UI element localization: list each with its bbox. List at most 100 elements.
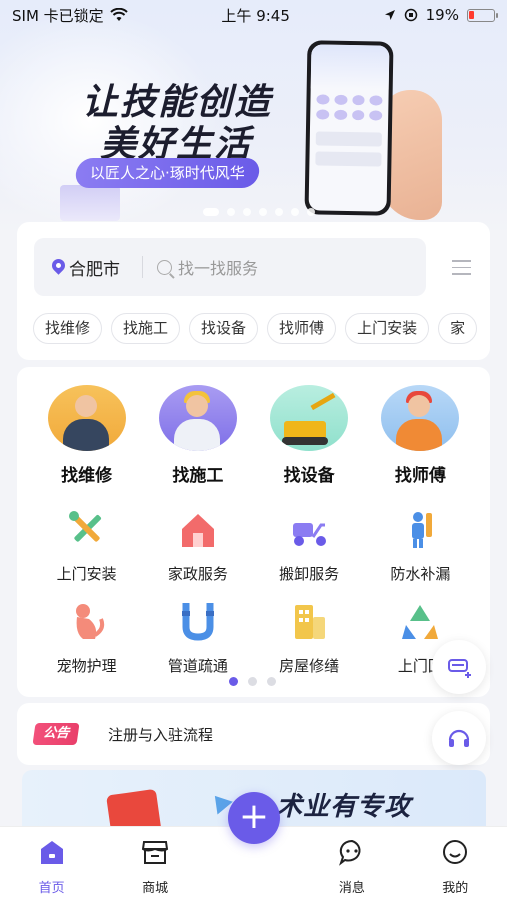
category-find-master[interactable]: 找师傅 [375,385,465,486]
search-bar: 合肥市 找一找服务 [34,238,426,296]
message-icon [338,839,361,866]
category-installation[interactable]: 上门安装 [42,507,132,584]
category-row-services: 上门安装 家政服务 搬卸服务 防水补漏 [17,507,490,584]
city-selector[interactable]: 合肥市 [34,255,136,280]
category-find-repair[interactable]: 找维修 [42,385,132,486]
search-card: 合肥市 找一找服务 找维修 找施工 找设备 找师傅 上门安装 家 [17,222,490,360]
category-card: 找维修 找施工 找设备 找师傅 上门安装 家政服务 搬卸服务 防水补漏 宠物护理… [17,367,490,697]
construction-workers-avatar [158,385,237,451]
notice-badge: 公告 [32,723,80,745]
banner-dot[interactable] [203,208,219,216]
chip-installation[interactable]: 上门安装 [345,313,430,344]
category-label: 上门安装 [56,565,117,583]
car-plus-icon [448,659,471,678]
phone-screen-bar [315,151,382,167]
recycle-icon [402,605,439,639]
battery-percent: 19% [425,6,459,24]
promo-title: 术业有专攻 [276,792,412,822]
banner-dot[interactable] [259,208,267,216]
search-icon [157,259,172,275]
master-worker-avatar [381,385,460,451]
search-input[interactable]: 找一找服务 [157,255,426,279]
banner-dot[interactable] [291,208,299,216]
chip-housekeeping[interactable]: 家 [438,313,478,344]
category-label: 家政服务 [167,565,228,583]
location-arrow-icon [384,10,395,20]
float-support-button[interactable] [432,711,486,765]
category-label: 管道疏通 [167,657,228,675]
tab-profile[interactable]: 我的 [420,837,490,896]
tab-store-label: 商城 [142,881,169,896]
phone-screen [308,44,390,212]
home-icon [40,841,63,864]
repairman-avatar [47,385,126,451]
excavator-avatar [270,385,349,451]
banner-slogan-text: 以匠人之心·琢时代风华 [90,164,245,182]
banner-pagination [203,208,315,216]
status-bar: SIM 卡已锁定 上午 9:45 19% [0,0,507,30]
search-divider [142,256,143,278]
building-icon [295,605,326,639]
category-find-construction[interactable]: 找施工 [153,385,243,486]
chip-construction[interactable]: 找施工 [111,313,181,344]
banner-dot[interactable] [243,208,251,216]
banner-dot[interactable] [307,208,315,216]
category-find-equipment[interactable]: 找设备 [264,385,354,486]
house-icon [181,514,214,547]
wifi-icon [109,8,128,21]
headset-icon [448,729,470,747]
banner-slogan: 以匠人之心·琢时代风华 [73,158,261,188]
category-page-dot[interactable] [229,677,238,686]
delivery-scooter-icon [293,523,327,546]
city-label: 合肥市 [69,259,120,280]
pipe-icon [181,603,214,641]
waterproof-icon [412,512,433,548]
category-label: 找维修 [61,466,113,486]
category-page-dot[interactable] [248,677,257,686]
banner-dot[interactable] [227,208,235,216]
tab-store[interactable]: 商城 [120,837,190,896]
tab-messages-label: 消息 [338,881,365,896]
category-house-repair[interactable]: 房屋修缮 [264,599,354,676]
add-button[interactable]: + [228,792,280,844]
phone-mockup-image [304,40,394,216]
category-pagination [229,677,276,686]
chip-equipment[interactable]: 找设备 [189,313,259,344]
tab-profile-label: 我的 [442,881,469,896]
banner-decoration [60,185,120,221]
category-label: 房屋修缮 [279,657,340,675]
location-pin-icon [52,259,65,276]
tab-messages[interactable]: 消息 [317,837,387,896]
category-label: 找师傅 [394,466,446,486]
float-car-button[interactable] [432,640,486,694]
category-housekeeping[interactable]: 家政服务 [153,507,243,584]
battery-icon [466,8,498,22]
category-label: 找施工 [172,466,224,486]
category-label: 防水补漏 [390,565,451,583]
tools-icon [68,511,101,542]
orientation-lock-icon [404,8,417,22]
clock-text: 上午 9:45 [221,6,290,25]
search-placeholder: 找一找服务 [178,259,259,278]
category-pet-care[interactable]: 宠物护理 [42,599,132,676]
tab-home[interactable]: 首页 [17,837,87,896]
quick-chips: 找维修 找施工 找设备 找师傅 上门安装 家 [33,313,490,345]
chip-master[interactable]: 找师傅 [267,313,337,344]
notice-bar[interactable]: 公告 注册与入驻流程 [17,703,490,765]
category-label: 宠物护理 [56,657,117,675]
hero-banner[interactable]: 让技能创造 美好生活 以匠人之心·琢时代风华 [0,0,507,235]
category-row-more: 宠物护理 管道疏通 房屋修缮 上门回 [17,599,490,676]
featured-categories: 找维修 找施工 找设备 找师傅 [17,385,490,486]
menu-icon[interactable] [452,260,471,275]
category-label: 搬卸服务 [279,565,340,583]
category-moving[interactable]: 搬卸服务 [264,507,354,584]
store-icon [141,841,169,864]
category-page-dot[interactable] [267,677,276,686]
category-pipe-dredge[interactable]: 管道疏通 [153,599,243,676]
phone-screen-grid [310,88,389,126]
phone-screen-bar [315,131,382,147]
chip-repair[interactable]: 找维修 [33,313,103,344]
profile-icon [443,840,468,864]
banner-dot[interactable] [275,208,283,216]
category-waterproof[interactable]: 防水补漏 [375,507,465,584]
